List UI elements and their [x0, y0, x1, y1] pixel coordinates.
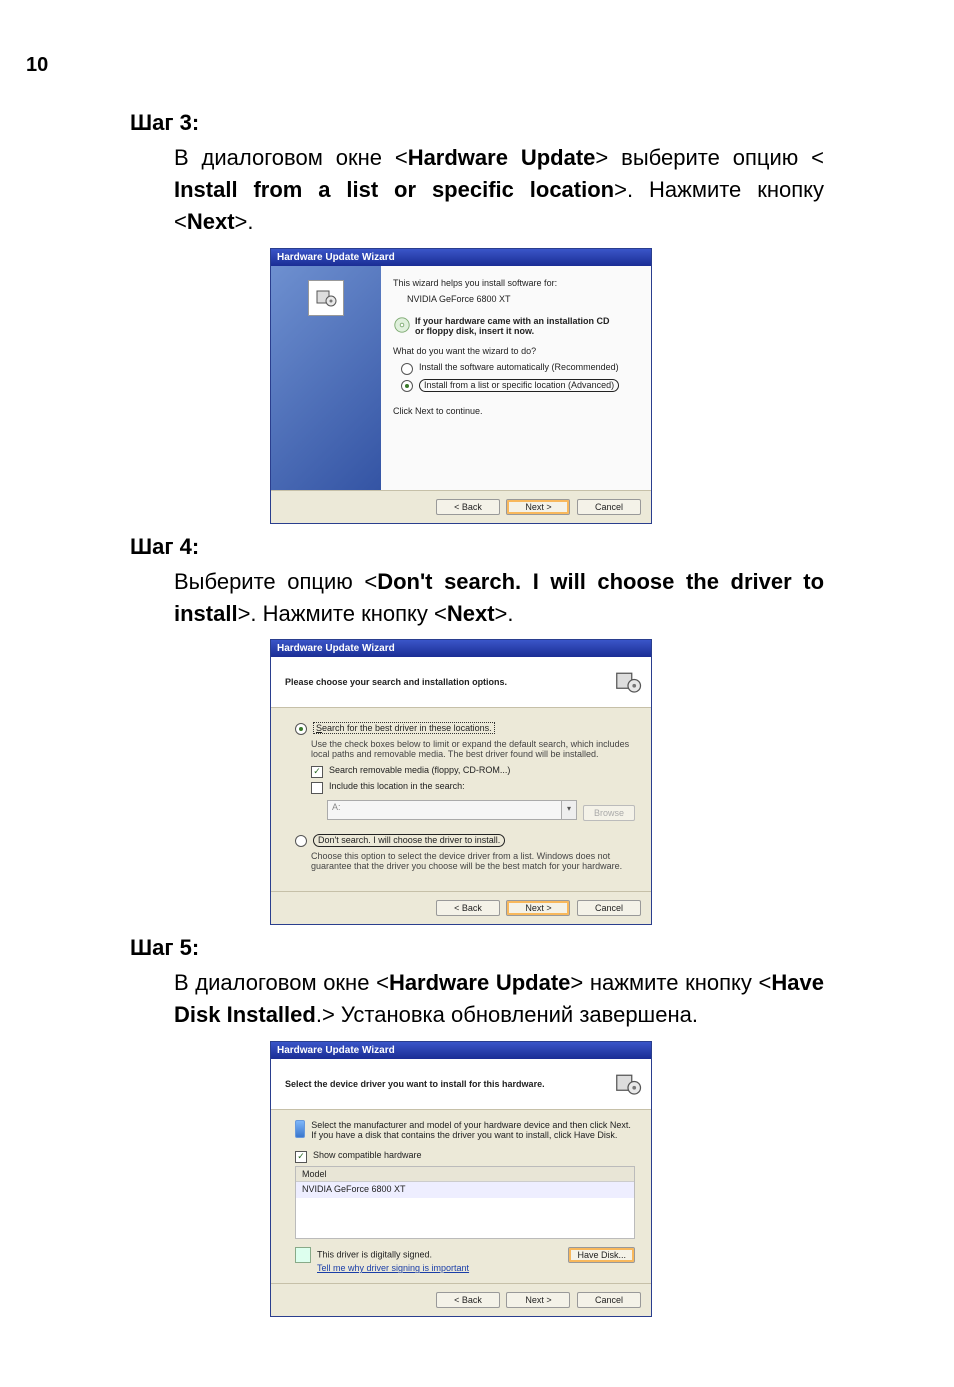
wiz3-model-list[interactable]: Model NVIDIA GeForce 6800 XT — [295, 1166, 635, 1239]
driver-signing-link[interactable]: Tell me why driver signing is important — [317, 1263, 469, 1273]
wizard1-title: Hardware Update Wizard — [271, 249, 651, 266]
next-button[interactable]: Next > — [506, 900, 570, 916]
device-icon — [308, 280, 344, 316]
t: > нажмите кнопку < — [570, 970, 771, 995]
wizard1-main: This wizard helps you install software f… — [381, 266, 651, 490]
t: Hardware Update — [389, 970, 570, 995]
device-icon — [613, 1069, 643, 1099]
step3-heading: Шаг 3: — [130, 110, 824, 136]
wizard2: Hardware Update Wizard Please choose you… — [270, 639, 652, 925]
t: Install from a list or specific location — [174, 177, 614, 202]
wiz1-r1-label: Install the software automatically (Reco… — [419, 362, 619, 372]
radio-dot — [295, 835, 307, 847]
wiz1-cd2: or floppy disk, insert it now. — [415, 326, 610, 336]
wiz1-l1: This wizard helps you install software f… — [393, 278, 639, 288]
back-button[interactable]: < Back — [436, 1292, 500, 1308]
t: >. — [495, 601, 514, 626]
wizard1: Hardware Update Wizard This wizard helps… — [270, 248, 652, 524]
wizard2-title: Hardware Update Wizard — [271, 640, 651, 657]
cd-icon — [393, 316, 411, 334]
page-number: 10 — [26, 54, 48, 77]
wizard3: Hardware Update Wizard Select the device… — [270, 1041, 652, 1317]
wiz1-r2-label: Install from a list or specific location… — [419, 379, 619, 392]
wiz2-radio-search[interactable]: SSearch for the best driver in these loc… — [295, 722, 635, 735]
browse-button[interactable]: Browse — [583, 805, 635, 821]
t: В диалоговом окне < — [174, 145, 408, 170]
wizard3-title: Hardware Update Wizard — [271, 1042, 651, 1059]
have-disk-button[interactable]: Have Disk... — [568, 1247, 635, 1263]
list-item[interactable]: NVIDIA GeForce 6800 XT — [296, 1182, 634, 1198]
wiz1-radio-list[interactable]: Install from a list or specific location… — [401, 379, 639, 392]
wiz2-chk1-label: Search removable media (floppy, CD-ROM..… — [329, 765, 510, 775]
wiz2-r2-label: Don't search. I will choose the driver t… — [313, 834, 505, 847]
chevron-down-icon[interactable]: ▾ — [562, 800, 577, 820]
wizard3-body: Select the manufacturer and model of you… — [271, 1110, 651, 1283]
t: Hardware Update — [408, 145, 596, 170]
wiz2-r2-sub: Choose this option to select the device … — [311, 851, 635, 871]
wiz1-cd1: If your hardware came with an installati… — [415, 316, 610, 326]
list-header: Model — [296, 1167, 634, 1182]
wiz3-signed: This driver is digitally signed. — [317, 1250, 432, 1260]
checkbox: ✓ — [295, 1151, 307, 1163]
wizard3-buttons: < Back Next > Cancel — [271, 1283, 651, 1316]
wizard2-head: Please choose your search and installati… — [271, 657, 651, 708]
wiz3-chk-compat[interactable]: ✓ Show compatible hardware — [295, 1150, 635, 1163]
step4-heading: Шаг 4: — [130, 534, 824, 560]
wiz3-chk-label: Show compatible hardware — [313, 1150, 422, 1160]
wizard1-buttons: < Back Next > Cancel — [271, 490, 651, 523]
t: .> Установка обновлений завершена. — [316, 1002, 698, 1027]
wiz1-device: NVIDIA GeForce 6800 XT — [407, 294, 639, 304]
radio-dot — [401, 380, 413, 392]
wiz2-chk-removable[interactable]: ✓ Search removable media (floppy, CD-ROM… — [311, 765, 635, 778]
step4-body: Выберите опцию <Don't search. I will cho… — [174, 566, 824, 630]
radio-dot — [401, 363, 413, 375]
t: >. Нажмите кнопку < — [238, 601, 447, 626]
checkbox: ✓ — [311, 766, 323, 778]
t: >. — [235, 209, 254, 234]
cancel-button[interactable]: Cancel — [577, 1292, 641, 1308]
device-icon — [613, 667, 643, 697]
step3-body: В диалоговом окне <Hardware Update> выбе… — [174, 142, 824, 238]
wizard2-body: SSearch for the best driver in these loc… — [271, 708, 651, 891]
t: Выберите опцию < — [174, 569, 377, 594]
step5-heading: Шаг 5: — [130, 935, 824, 961]
cancel-button[interactable]: Cancel — [577, 499, 641, 515]
wizard2-head-text: Please choose your search and installati… — [285, 677, 507, 687]
wizard1-sidebar — [271, 266, 381, 490]
back-button[interactable]: < Back — [436, 499, 500, 515]
wizard3-head-text: Select the device driver you want to ins… — [285, 1079, 545, 1089]
wiz2-chk2-label: Include this location in the search: — [329, 781, 465, 791]
radio-dot — [295, 723, 307, 735]
wiz2-path-combo[interactable]: A: ▾ — [327, 800, 577, 820]
wizard2-buttons: < Back Next > Cancel — [271, 891, 651, 924]
chip-icon — [295, 1120, 305, 1138]
signed-icon — [295, 1247, 311, 1263]
wiz2-radio-dontsearch[interactable]: Don't search. I will choose the driver t… — [295, 834, 635, 847]
cancel-button[interactable]: Cancel — [577, 900, 641, 916]
wiz3-info: Select the manufacturer and model of you… — [311, 1120, 635, 1140]
next-button[interactable]: Next > — [506, 499, 570, 515]
wiz1-cont: Click Next to continue. — [393, 406, 639, 416]
step5-body: В диалоговом окне <Hardware Update> нажм… — [174, 967, 824, 1031]
wiz1-q: What do you want the wizard to do? — [393, 346, 639, 356]
wiz1-radio-auto[interactable]: Install the software automatically (Reco… — [401, 362, 639, 375]
t: > выберите опцию < — [595, 145, 824, 170]
t: Next — [447, 601, 495, 626]
page-content: Шаг 3: В диалоговом окне <Hardware Updat… — [0, 0, 954, 1387]
next-button[interactable]: Next > — [506, 1292, 570, 1308]
t: В диалоговом окне < — [174, 970, 389, 995]
back-button[interactable]: < Back — [436, 900, 500, 916]
wiz2-chk-location[interactable]: Include this location in the search: — [311, 781, 635, 794]
combo-field[interactable]: A: — [327, 800, 562, 820]
t: Next — [187, 209, 235, 234]
checkbox — [311, 782, 323, 794]
wiz2-r1-sub: Use the check boxes below to limit or ex… — [311, 739, 635, 759]
wizard3-head: Select the device driver you want to ins… — [271, 1059, 651, 1110]
